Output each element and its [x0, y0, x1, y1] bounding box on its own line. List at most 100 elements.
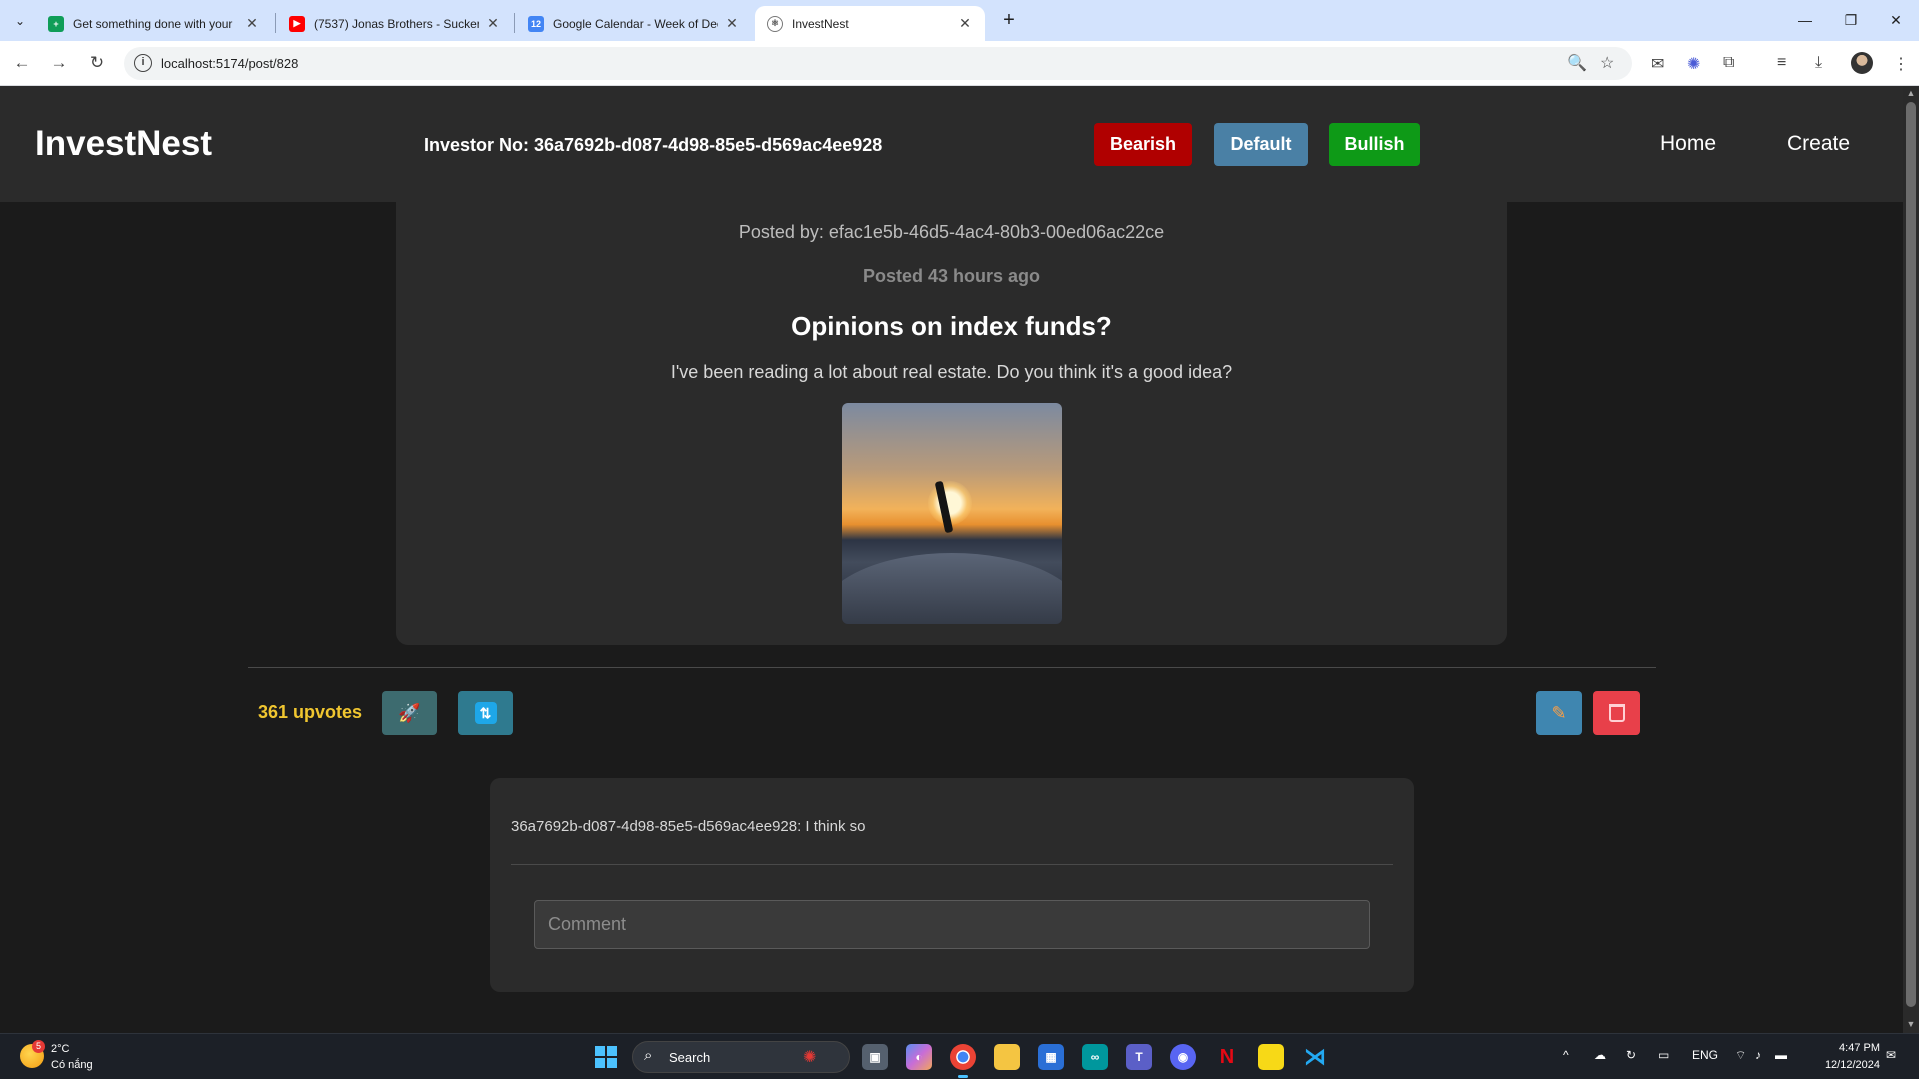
wifi-icon[interactable]: ⌔ [1735, 1048, 1746, 1063]
url-text[interactable]: localhost:5174/post/828 [161, 56, 298, 71]
minimize-icon[interactable]: — [1782, 6, 1828, 34]
chrome-icon[interactable] [950, 1044, 976, 1078]
weather-temperature[interactable]: 2°C [51, 1043, 69, 1055]
screen: ⌄ + Get something done with your ✕ ▶ (75… [0, 0, 1919, 1079]
search-icon: ⌕ [644, 1047, 653, 1064]
battery-icon[interactable]: ▬ [1775, 1048, 1787, 1062]
bearish-button[interactable]: Bearish [1094, 123, 1192, 166]
default-button[interactable]: Default [1214, 123, 1308, 166]
taskbar-search-box[interactable]: ⌕ Search ✺ [632, 1041, 850, 1073]
rocket-icon: 🚀 [398, 702, 421, 723]
tab-title: Google Calendar - Week of Dec [553, 16, 718, 31]
upvote-button[interactable]: 🚀 [382, 691, 437, 735]
nav-home-link[interactable]: Home [1660, 132, 1716, 156]
extensions-puzzle-icon[interactable]: ⧉ [1723, 54, 1734, 72]
section-divider [248, 667, 1656, 668]
delete-button[interactable] [1593, 691, 1640, 735]
close-tab-icon[interactable]: ✕ [957, 15, 973, 32]
notification-bell-icon[interactable]: ✉ [1886, 1048, 1896, 1062]
post-title: Opinions on index funds? [791, 311, 1112, 341]
sticky-notes-icon[interactable] [1258, 1044, 1284, 1070]
trash-icon [1608, 704, 1625, 722]
copilot-icon[interactable]: ◐ [906, 1044, 932, 1070]
show-hidden-icons-chevron-icon[interactable]: ^ [1563, 1048, 1569, 1062]
address-bar[interactable]: i localhost:5174/post/828 🔍 ☆ [124, 47, 1632, 80]
arduino-icon[interactable]: ∞ [1082, 1044, 1108, 1070]
mail-extension-icon[interactable]: ✉ [1651, 54, 1664, 74]
brand-logo[interactable]: InvestNest [35, 124, 212, 164]
profile-avatar[interactable] [1851, 52, 1873, 74]
page-scrollbar[interactable]: ▲ ▼ [1903, 86, 1919, 1033]
new-tab-plus-icon[interactable]: + [996, 8, 1022, 34]
close-tab-icon[interactable]: ✕ [485, 15, 501, 32]
language-indicator[interactable]: ENG [1692, 1048, 1718, 1062]
calendar-icon: 12 [528, 15, 544, 32]
site-info-icon[interactable]: i [134, 54, 152, 72]
scroll-thumb[interactable] [1906, 102, 1916, 1007]
post-image [842, 403, 1062, 624]
restore-icon[interactable]: ❐ [1828, 6, 1874, 34]
search-highlight-icon: ✺ [803, 1049, 817, 1066]
react-icon: ⚛ [767, 15, 783, 32]
netflix-icon[interactable]: N [1214, 1044, 1240, 1070]
comment-item: 36a7692b-d087-4d98-85e5-d569ac4ee928: I … [511, 818, 866, 835]
media-control-icon[interactable]: ≡ [1777, 54, 1786, 72]
taskbar-search-label: Search [669, 1050, 711, 1065]
tab-sheets[interactable]: + Get something done with your ✕ [36, 6, 272, 41]
bookmark-star-icon[interactable]: ☆ [1600, 53, 1614, 73]
window-close-icon[interactable]: ✕ [1873, 6, 1919, 34]
tab-title: InvestNest [792, 16, 849, 31]
comment-input[interactable] [534, 900, 1370, 949]
scroll-up-icon[interactable]: ▲ [1906, 88, 1916, 98]
onedrive-icon[interactable]: ☁ [1594, 1048, 1606, 1062]
forward-arrow-icon[interactable]: → [45, 49, 73, 77]
scroll-down-icon[interactable]: ▼ [1906, 1019, 1916, 1029]
microsoft-store-icon[interactable]: ▦ [1038, 1044, 1064, 1070]
task-view-icon[interactable]: ▣ [862, 1044, 888, 1070]
display-icon[interactable]: ▭ [1658, 1048, 1669, 1062]
tab-separator [514, 13, 515, 33]
edit-button[interactable]: ✎ [1536, 691, 1582, 735]
windows-taskbar: 5 2°C Có nắng ⌕ Search ✺ ▣ ◐ ▦ ∞ T ◉ N ⋊… [0, 1033, 1919, 1079]
tab-investnest[interactable]: ⚛ InvestNest ✕ [755, 6, 985, 41]
reload-icon[interactable]: ↻ [83, 49, 111, 77]
sheets-icon: + [48, 15, 64, 32]
repost-button[interactable]: ⇅ [458, 691, 513, 735]
volume-icon[interactable]: ♪ [1755, 1048, 1761, 1062]
app-header: InvestNest Investor No: 36a7692b-d087-4d… [0, 86, 1903, 202]
tab-title: Get something done with your [73, 16, 233, 31]
comment-divider [511, 864, 1393, 865]
close-tab-icon[interactable]: ✕ [244, 15, 260, 32]
file-explorer-icon[interactable] [994, 1044, 1020, 1070]
download-icon[interactable]: ⤓ [1815, 54, 1822, 72]
nav-create-link[interactable]: Create [1787, 132, 1850, 156]
investor-id: Investor No: 36a7692b-d087-4d98-85e5-d56… [424, 135, 883, 155]
tab-separator [275, 13, 276, 33]
tab-title: (7537) Jonas Brothers - Sucker [314, 16, 479, 31]
image-skate-bowl [842, 553, 1062, 624]
pencil-icon: ✎ [1551, 702, 1567, 723]
chrome-menu-icon[interactable]: ⋮ [1893, 54, 1909, 74]
repost-icon: ⇅ [474, 702, 497, 724]
bullish-button[interactable]: Bullish [1329, 123, 1420, 166]
sync-icon[interactable]: ↻ [1626, 1048, 1636, 1062]
weather-badge: 5 [32, 1040, 45, 1053]
back-arrow-icon[interactable]: ← [8, 49, 36, 77]
close-tab-icon[interactable]: ✕ [724, 15, 740, 32]
weather-description[interactable]: Có nắng [51, 1059, 93, 1071]
tab-youtube[interactable]: ▶ (7537) Jonas Brothers - Sucker ✕ [277, 6, 513, 41]
windows-start-icon[interactable] [595, 1046, 617, 1068]
comments-section: 36a7692b-d087-4d98-85e5-d569ac4ee928: I … [490, 778, 1414, 992]
discord-icon[interactable]: ◉ [1170, 1044, 1196, 1070]
zoom-icon[interactable]: 🔍 [1567, 53, 1587, 73]
extension-sparkle-icon[interactable]: ✺ [1687, 54, 1700, 74]
teams-icon[interactable]: T [1126, 1044, 1152, 1070]
tab-search-chevron-icon[interactable]: ⌄ [8, 9, 32, 33]
post-body: I've been reading a lot about real estat… [670, 362, 1233, 382]
upvote-count: 361 upvotes [258, 702, 363, 722]
browser-toolbar: ← → ↻ i localhost:5174/post/828 🔍 ☆ ✉ ✺ … [0, 41, 1919, 86]
tab-calendar[interactable]: 12 Google Calendar - Week of Dec ✕ [516, 6, 752, 41]
clock-time[interactable]: 4:47 PM [1830, 1042, 1880, 1054]
clock-date[interactable]: 12/12/2024 [1812, 1059, 1880, 1071]
vscode-icon[interactable]: ⋊ [1302, 1044, 1328, 1070]
